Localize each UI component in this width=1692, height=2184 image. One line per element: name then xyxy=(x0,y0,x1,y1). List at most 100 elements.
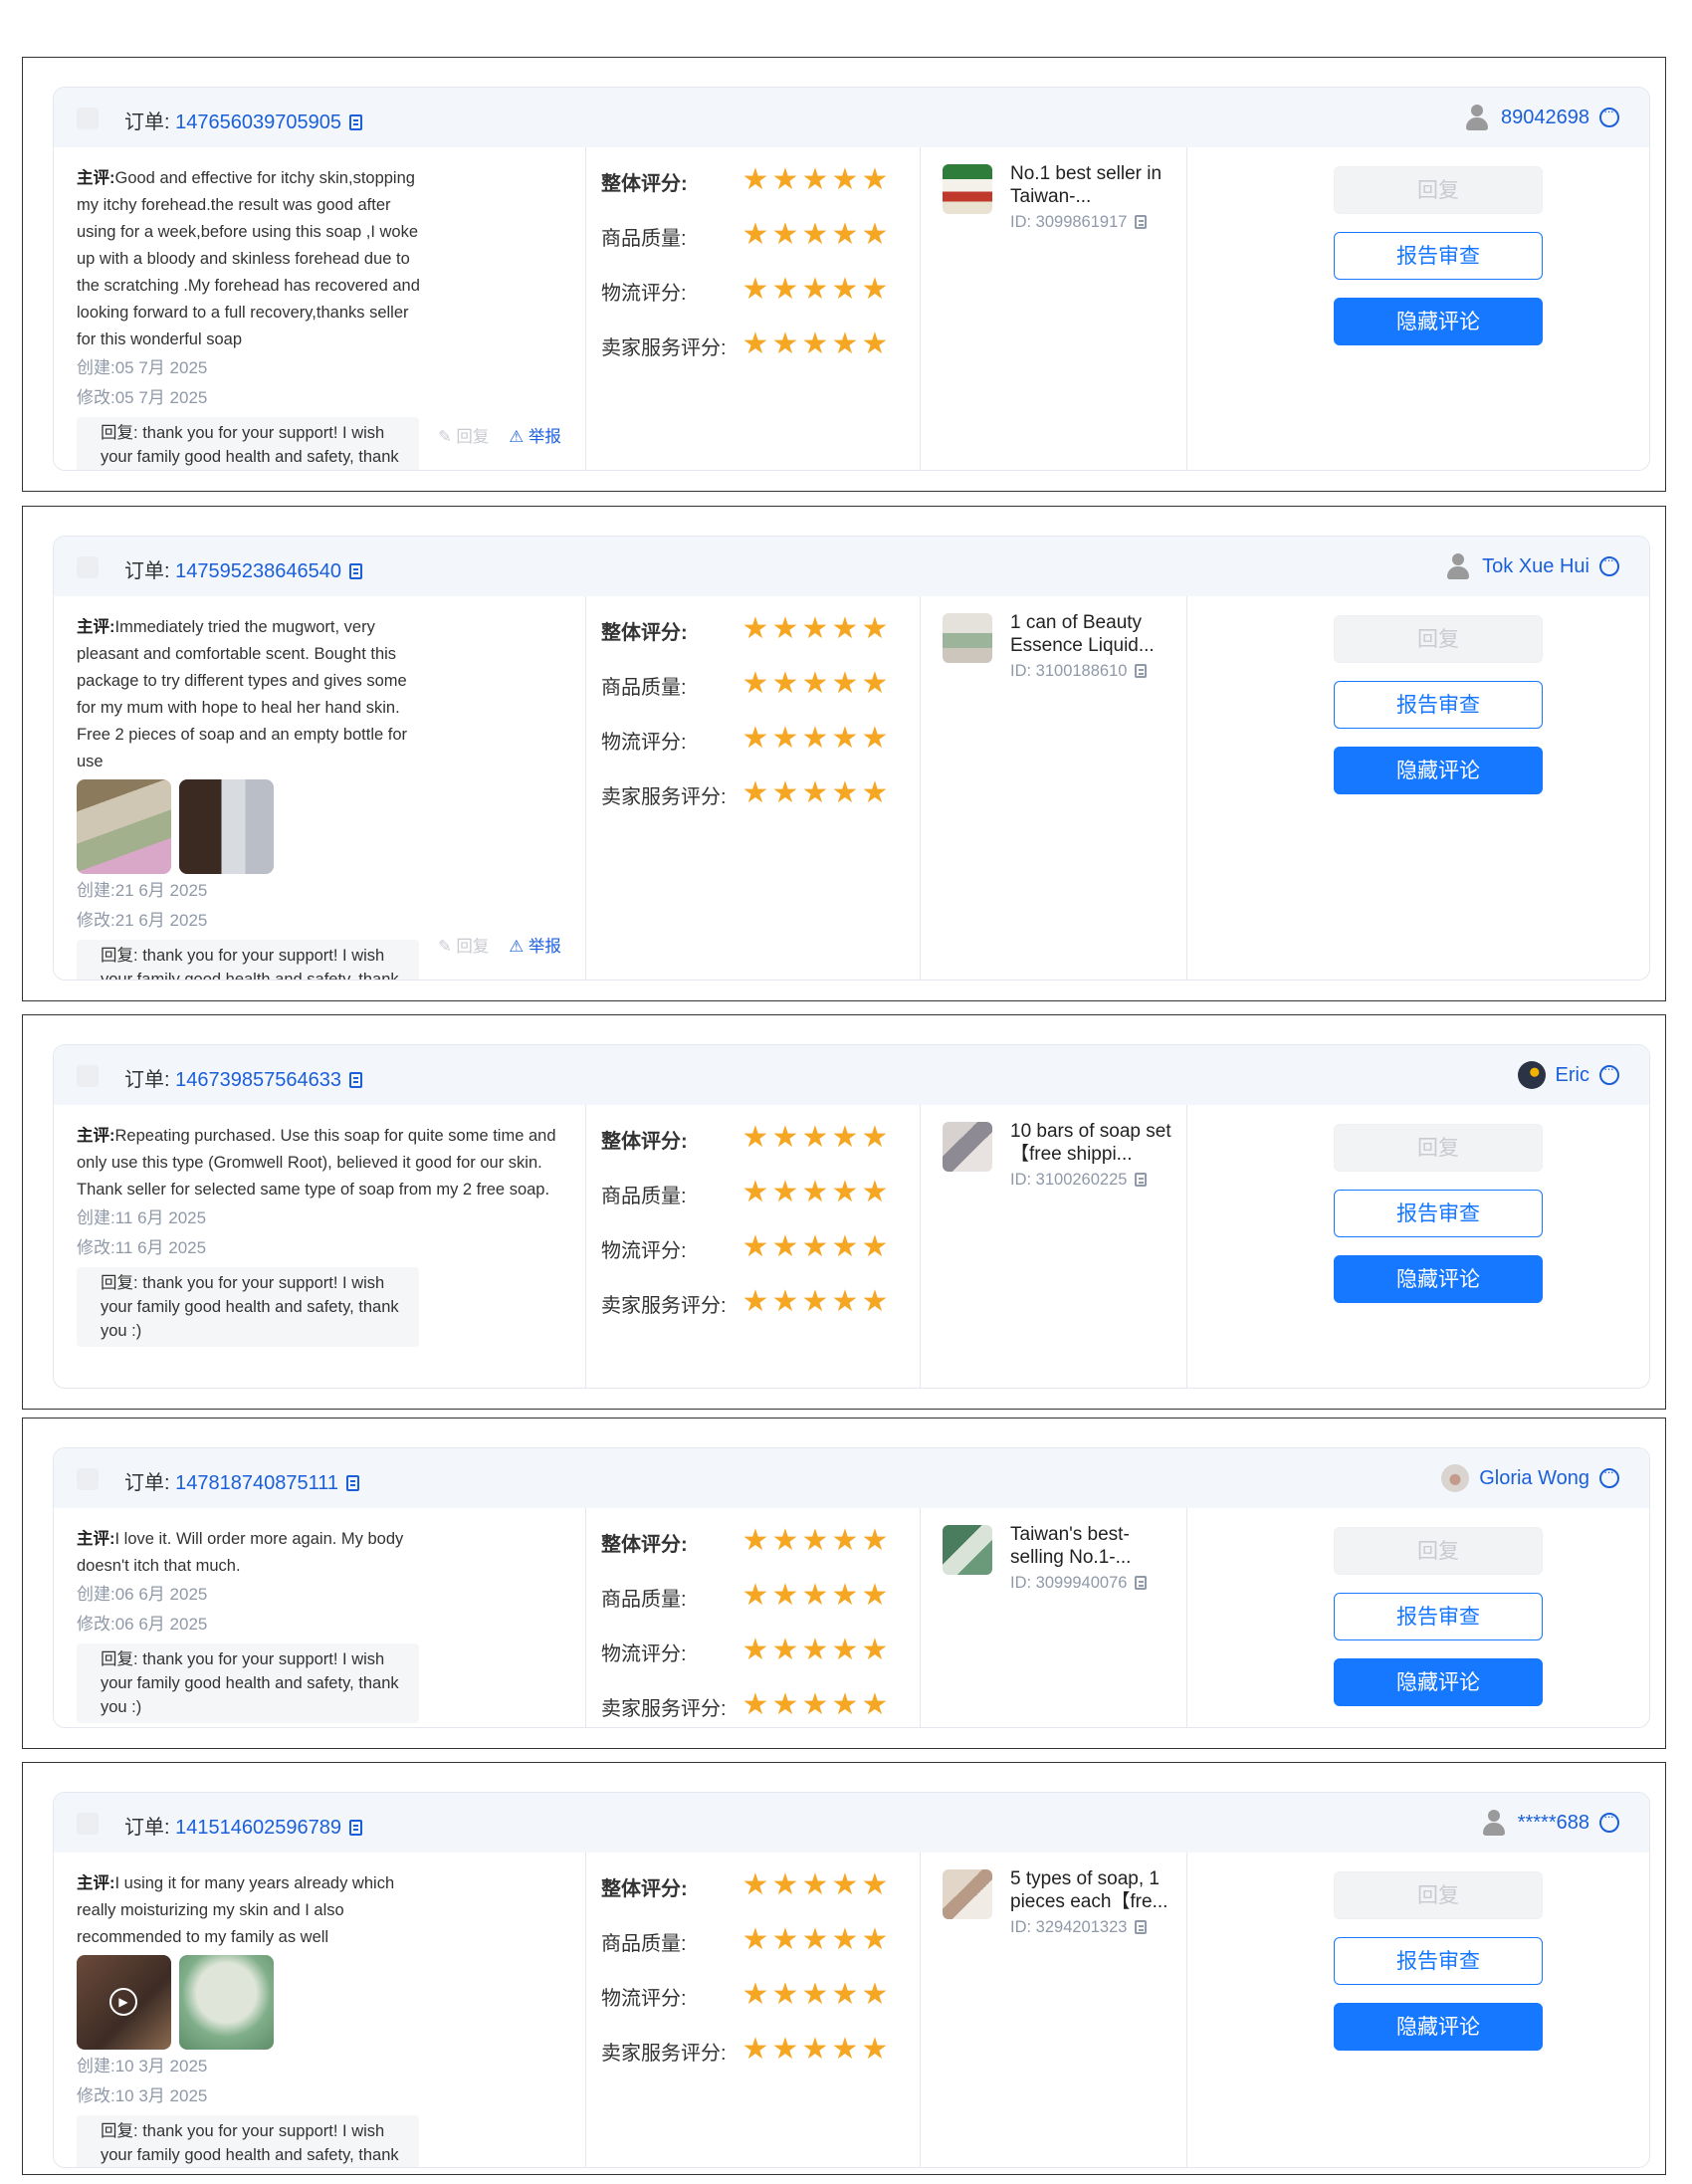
product-thumbnail[interactable] xyxy=(943,164,992,214)
star-rating: ★ ★ ★ ★ ★ xyxy=(741,218,889,251)
chat-icon[interactable] xyxy=(1599,552,1619,576)
copy-icon[interactable] xyxy=(346,1475,360,1491)
copy-icon[interactable] xyxy=(1135,1173,1148,1187)
star-icon: ★ xyxy=(771,2033,799,2066)
star-icon: ★ xyxy=(801,163,829,196)
hide-review-button[interactable]: 隐藏评论 xyxy=(1334,298,1543,345)
reply-button[interactable]: 回复 xyxy=(1334,166,1543,214)
buyer-name[interactable]: Gloria Wong xyxy=(1479,1467,1589,1490)
star-icon: ★ xyxy=(741,273,769,306)
report-review-button[interactable]: 报告审查 xyxy=(1334,1937,1543,1985)
order-prefix: 订单: xyxy=(124,1817,170,1839)
buyer-name[interactable]: *****688 xyxy=(1518,1812,1589,1835)
product-title[interactable]: 1 can of Beauty Essence Liquid... xyxy=(1010,611,1179,657)
product-title[interactable]: 10 bars of soap set【free shippi... xyxy=(1010,1120,1179,1166)
rating-label: 物流评分: xyxy=(601,732,687,754)
copy-icon[interactable] xyxy=(348,114,362,130)
product-thumbnail[interactable] xyxy=(943,1869,992,1919)
star-icon: ★ xyxy=(741,1579,769,1612)
rating-overall: 整体评分: ★ ★ ★ ★ ★ xyxy=(601,1869,900,1924)
hide-review-button[interactable]: 隐藏评论 xyxy=(1334,747,1543,794)
product-title[interactable]: Taiwan's best-selling No.1-... xyxy=(1010,1523,1179,1569)
buyer-name[interactable]: Eric xyxy=(1556,1064,1589,1087)
copy-icon[interactable] xyxy=(1135,215,1148,229)
star-icon: ★ xyxy=(771,273,799,306)
product-title[interactable]: 5 types of soap, 1 pieces each【fre... xyxy=(1010,1867,1179,1913)
rating-label: 整体评分: xyxy=(601,173,688,195)
reply-button[interactable]: 回复 xyxy=(1334,1871,1543,1919)
report-action[interactable]: ⚠ 举报 xyxy=(509,423,560,447)
product-thumbnail[interactable] xyxy=(943,1525,992,1575)
reply-button[interactable]: 回复 xyxy=(1334,1124,1543,1172)
select-checkbox[interactable] xyxy=(77,1813,99,1835)
review-photo[interactable] xyxy=(179,779,274,874)
star-icon: ★ xyxy=(741,612,769,645)
chat-icon[interactable] xyxy=(1599,1464,1619,1488)
reply-prefix: 回复: xyxy=(101,2122,138,2140)
review-photo[interactable] xyxy=(77,779,171,874)
star-icon: ★ xyxy=(741,776,769,809)
copy-icon[interactable] xyxy=(1135,1576,1148,1590)
report-review-button[interactable]: 报告审查 xyxy=(1334,232,1543,280)
order-number[interactable]: 146739857564633 xyxy=(175,1069,341,1091)
order-number[interactable]: 147595238646540 xyxy=(175,560,341,582)
star-icon: ★ xyxy=(831,1176,859,1208)
column-divider xyxy=(585,1853,586,2167)
review-photo[interactable] xyxy=(179,1955,274,2050)
order-label: 订单: 147818740875111 xyxy=(124,1466,360,1495)
star-icon: ★ xyxy=(771,1121,799,1154)
select-checkbox[interactable] xyxy=(77,556,99,578)
order-number[interactable]: 147818740875111 xyxy=(175,1472,338,1494)
star-icon: ★ xyxy=(771,1923,799,1956)
report-review-button[interactable]: 报告审查 xyxy=(1334,1190,1543,1237)
chat-icon[interactable] xyxy=(1599,1061,1619,1085)
review-content: Repeating purchased. Use this soap for q… xyxy=(77,1127,556,1199)
product-thumbnail[interactable] xyxy=(943,1122,992,1172)
product-thumbnail[interactable] xyxy=(943,613,992,663)
buyer-name[interactable]: Tok Xue Hui xyxy=(1482,555,1589,578)
report-action[interactable]: ⚠ 举报 xyxy=(509,933,560,957)
select-checkbox[interactable] xyxy=(77,108,99,129)
report-review-button[interactable]: 报告审查 xyxy=(1334,1593,1543,1640)
rating-overall: 整体评分: ★ ★ ★ ★ ★ xyxy=(601,613,900,668)
hide-review-button[interactable]: 隐藏评论 xyxy=(1334,1255,1543,1303)
report-review-button[interactable]: 报告审查 xyxy=(1334,681,1543,729)
chat-icon[interactable] xyxy=(1599,104,1619,127)
star-rating: ★ ★ ★ ★ ★ xyxy=(741,612,889,645)
buyer-info: Tok Xue Hui xyxy=(1444,550,1619,582)
reply-button[interactable]: 回复 xyxy=(1334,615,1543,663)
star-icon: ★ xyxy=(861,1868,889,1901)
order-number[interactable]: 147656039705905 xyxy=(175,111,341,133)
reply-button[interactable]: 回复 xyxy=(1334,1527,1543,1575)
star-icon: ★ xyxy=(741,218,769,251)
card-header: 订单: 147818740875111 Gloria Wong xyxy=(54,1448,1649,1508)
buyer-name[interactable]: 89042698 xyxy=(1501,107,1589,129)
review-video[interactable]: ▶ xyxy=(77,1955,171,2050)
rating-label: 卖家服务评分: xyxy=(601,786,727,808)
copy-icon[interactable] xyxy=(348,1072,362,1088)
seller-reply: 回复: thank you for your support! I wish y… xyxy=(77,1267,419,1347)
copy-icon[interactable] xyxy=(348,563,362,579)
rating-label: 商品质量: xyxy=(601,1933,687,1955)
copy-icon[interactable] xyxy=(1135,1920,1148,1934)
chat-icon[interactable] xyxy=(1599,1809,1619,1833)
copy-icon[interactable] xyxy=(1135,664,1148,678)
copy-icon[interactable] xyxy=(348,1820,362,1836)
review-content: Good and effective for itchy skin,stoppi… xyxy=(77,169,420,348)
play-icon[interactable]: ▶ xyxy=(109,1988,137,2016)
hide-review-button[interactable]: 隐藏评论 xyxy=(1334,1658,1543,1706)
hide-review-button[interactable]: 隐藏评论 xyxy=(1334,2003,1543,2051)
select-checkbox[interactable] xyxy=(77,1065,99,1087)
product-title[interactable]: No.1 best seller in Taiwan-... xyxy=(1010,162,1179,208)
star-icon: ★ xyxy=(831,2033,859,2066)
review-actions: ✎ 回复 ⚠ 举报 xyxy=(438,933,561,957)
rating-label: 商品质量: xyxy=(601,1186,687,1207)
rating-label: 物流评分: xyxy=(601,283,687,305)
select-checkbox[interactable] xyxy=(77,1468,99,1490)
star-icon: ★ xyxy=(831,776,859,809)
order-number[interactable]: 141514602596789 xyxy=(175,1817,341,1839)
reply-action[interactable]: ✎ 回复 xyxy=(438,423,489,447)
rating-seller: 卖家服务评分: ★ ★ ★ ★ ★ xyxy=(601,328,900,383)
reply-action[interactable]: ✎ 回复 xyxy=(438,933,489,957)
order-label: 订单: 141514602596789 xyxy=(124,1811,362,1840)
